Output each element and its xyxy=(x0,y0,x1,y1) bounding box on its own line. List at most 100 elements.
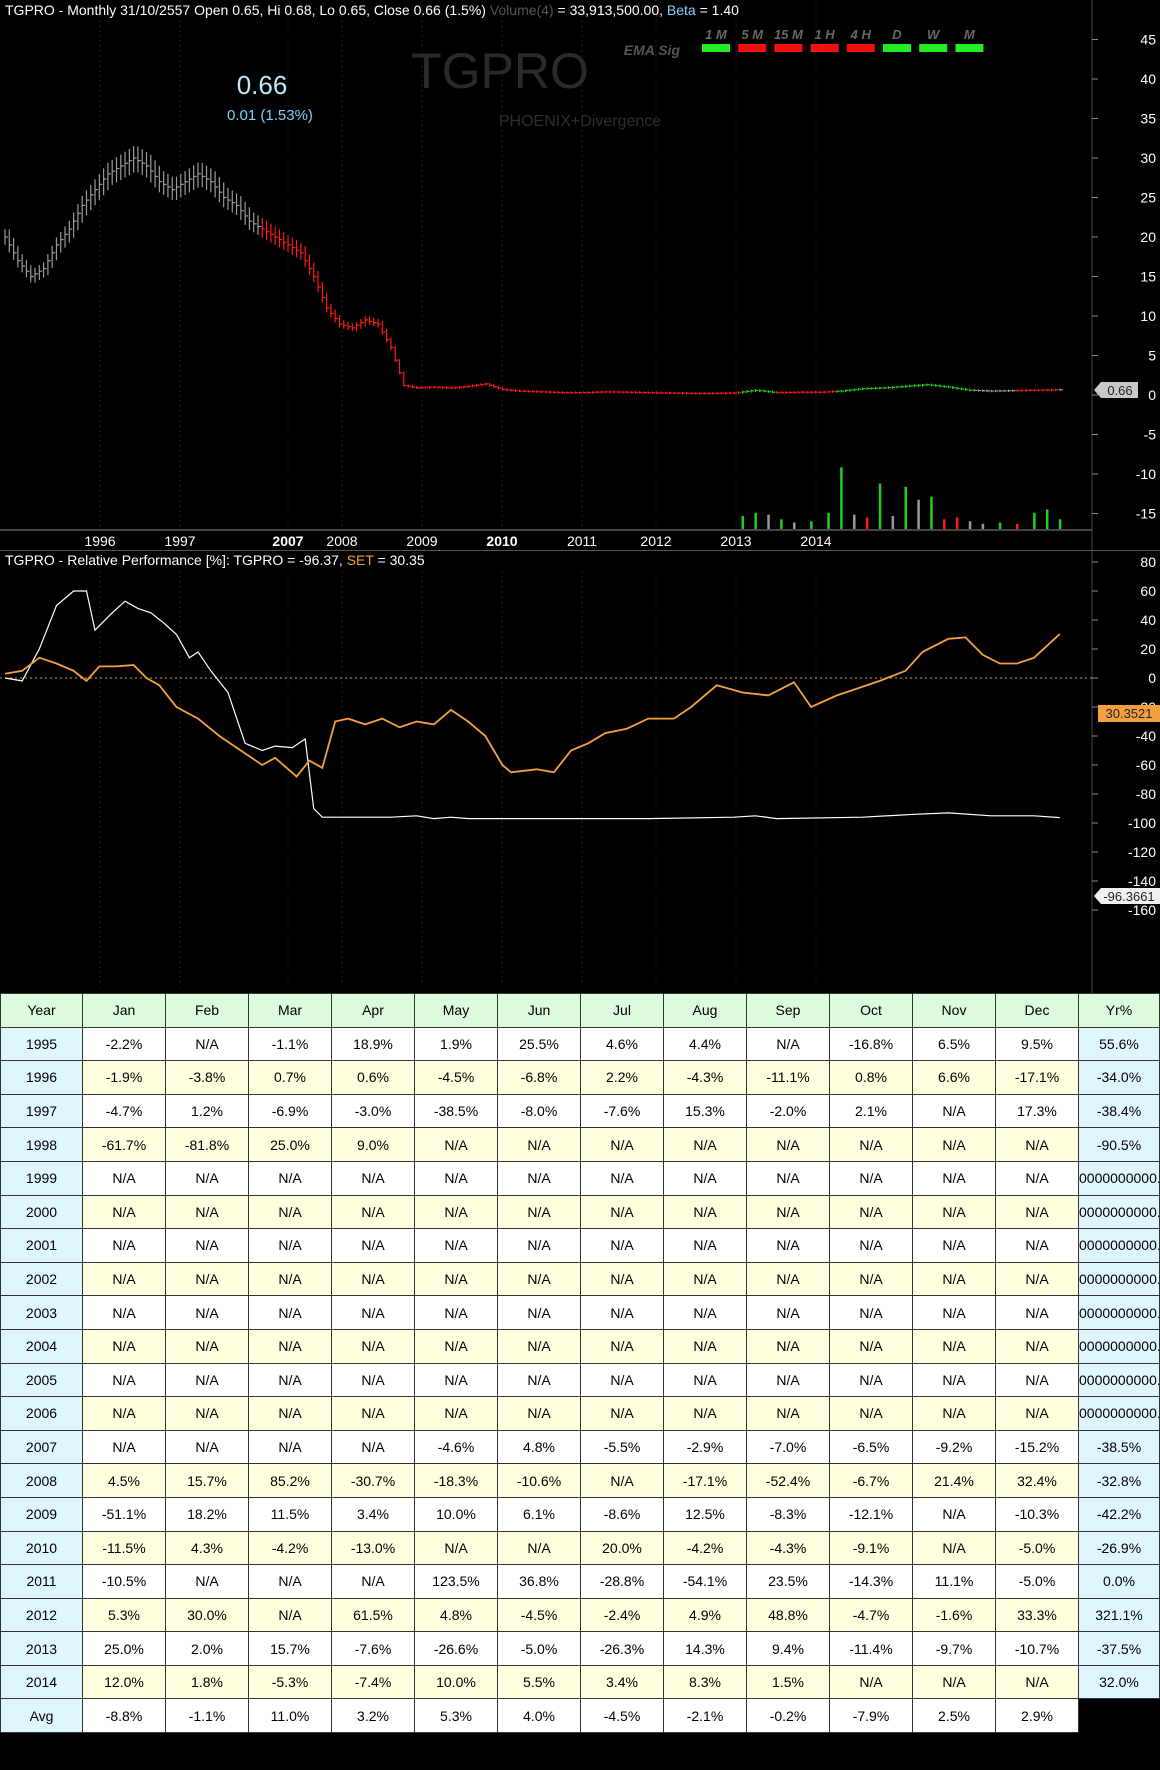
volume-bar xyxy=(968,521,972,529)
monthly-return-cell: -1.6% xyxy=(912,1597,996,1633)
year-cell: 2013 xyxy=(0,1631,83,1666)
x-tick-label: 2013 xyxy=(720,533,751,549)
monthly-return-cell: 4.4% xyxy=(663,1026,747,1062)
relative-performance-pane[interactable]: 120100806040200-20-40-60-80-100-120-140-… xyxy=(0,496,1160,1009)
year-cell: 2007 xyxy=(0,1429,83,1465)
monthly-return-cell: -17.1% xyxy=(995,1060,1079,1095)
year-cell: 2012 xyxy=(0,1597,83,1633)
year-cell: 2014 xyxy=(0,1664,83,1700)
monthly-return-cell: -10.5% xyxy=(82,1564,166,1599)
year-cell: 2002 xyxy=(0,1261,83,1297)
monthly-return-cell: -8.0% xyxy=(497,1093,581,1129)
monthly-return-cell: 36.8% xyxy=(497,1564,581,1599)
timeframe-label: 15 M xyxy=(774,27,804,42)
last-price: 0.66 xyxy=(237,70,288,100)
current-price-tag: 0.66 xyxy=(1094,382,1138,398)
monthly-return-cell: -54.1% xyxy=(663,1564,747,1599)
svg-text:0.66: 0.66 xyxy=(1107,383,1132,398)
monthly-return-cell: N/A xyxy=(165,1396,249,1431)
table-row: 2010 -11.5% 4.3% -4.2% -13.0% N/A N/A 20.0% -4.2… xyxy=(0,1530,1160,1566)
column-header: Feb xyxy=(165,993,249,1028)
watermark-indicator: PHOENIX+Divergence xyxy=(499,113,661,130)
monthly-return-cell: 33.3% xyxy=(995,1597,1079,1633)
monthly-return-cell: N/A xyxy=(331,1429,415,1465)
column-header: Apr xyxy=(331,993,415,1028)
monthly-return-cell: N/A xyxy=(580,1396,664,1431)
monthly-return-cell: N/A xyxy=(580,1463,664,1498)
monthly-return-cell: N/A xyxy=(746,1127,830,1162)
volume-bar xyxy=(865,517,869,529)
monthly-return-cell: N/A xyxy=(82,1429,166,1465)
monthly-return-cell: -30.7% xyxy=(331,1463,415,1498)
table-header-row: Year Jan Feb Mar Apr May Jun Jul Aug Sep Oct Nov Dec… xyxy=(0,993,1160,1028)
monthly-return-cell: N/A xyxy=(912,1160,996,1196)
relative-performance-chart[interactable]: 120100806040200-20-40-60-80-100-120-140-… xyxy=(0,496,1160,1009)
timeframe-label: M xyxy=(964,27,976,42)
table-row: 1998 -61.7% -81.8% 25.0% 9.0% N/A N/A N/A N/A N/A… xyxy=(0,1127,1160,1162)
monthly-return-cell: N/A xyxy=(829,1127,913,1162)
timeframe-label: 5 M xyxy=(741,27,764,42)
monthly-return-cell: N/A xyxy=(331,1362,415,1398)
monthly-return-cell: N/A xyxy=(248,1261,332,1297)
monthly-return-cell: N/A xyxy=(912,1093,996,1129)
monthly-return-cell: -1.1% xyxy=(165,1698,249,1734)
rel-y-axis: 120100806040200-20-40-60-80-100-120-140-… xyxy=(1092,496,1156,918)
x-tick-label: 2009 xyxy=(406,533,437,549)
price-change: 0.01 (1.53%) xyxy=(227,107,313,124)
rel-header-title: TGPRO - Relative Performance [%]: TGPRO … xyxy=(5,552,425,568)
volume-bar xyxy=(741,516,745,529)
monthly-return-cell: 1.5% xyxy=(746,1664,830,1700)
x-tick-label: 2008 xyxy=(326,533,357,549)
monthly-return-cell: N/A xyxy=(248,1295,332,1330)
monthly-return-cell: -4.2% xyxy=(248,1530,332,1566)
monthly-return-cell: N/A xyxy=(165,1228,249,1263)
monthly-return-cell: N/A xyxy=(746,1396,830,1431)
column-header: Jun xyxy=(497,993,581,1028)
monthly-return-cell: N/A xyxy=(331,1261,415,1297)
monthly-return-cell: 2.9% xyxy=(995,1698,1079,1734)
monthly-return-cell: N/A xyxy=(663,1328,747,1364)
yearly-return-cell: 0000000000.0 xyxy=(1078,1228,1160,1263)
monthly-return-cell: 4.6% xyxy=(580,1026,664,1062)
table-row: 2005 N/A N/A N/A N/A N/A N/A N/A N/A N/A N/A N/A N/A… xyxy=(0,1362,1160,1398)
timeframe-label: 1 H xyxy=(814,27,835,42)
monthly-return-cell: -26.3% xyxy=(580,1631,664,1666)
monthly-return-cell: 3.2% xyxy=(331,1698,415,1734)
monthly-return-cell: 61.5% xyxy=(331,1597,415,1633)
monthly-return-cell: N/A xyxy=(497,1362,581,1398)
monthly-return-cell: N/A xyxy=(248,1228,332,1263)
monthly-return-cell: 30.0% xyxy=(165,1597,249,1633)
year-cell: 2003 xyxy=(0,1295,83,1330)
volume-bar xyxy=(917,499,920,529)
monthly-return-cell: N/A xyxy=(248,1597,332,1633)
monthly-return-cell: N/A xyxy=(995,1396,1079,1431)
monthly-return-cell: N/A xyxy=(995,1160,1079,1196)
monthly-return-cell: 0.8% xyxy=(829,1060,913,1095)
monthly-return-cell: 9.0% xyxy=(331,1127,415,1162)
monthly-return-cell: N/A xyxy=(829,1328,913,1364)
y-tick-label: 0 xyxy=(1148,670,1156,686)
monthly-return-cell: N/A xyxy=(580,1261,664,1297)
price-chart-pane[interactable]: 45 40 35 30 25 20 15 10 5 0 -5 -10 -15 1996 1997 2007 2… xyxy=(0,0,1160,550)
monthly-return-cell: N/A xyxy=(995,1328,1079,1364)
volume-bar xyxy=(1045,509,1049,529)
price-chart[interactable]: 45 40 35 30 25 20 15 10 5 0 -5 -10 -15 1996 1997 2007 2… xyxy=(0,0,1160,550)
y-tick-label: 40 xyxy=(1140,612,1156,628)
volume-bar xyxy=(930,496,933,529)
plot-background xyxy=(0,551,1092,994)
monthly-return-cell: -4.6% xyxy=(414,1429,498,1465)
monthly-return-cell: -10.6% xyxy=(497,1463,581,1498)
monthly-return-cell: 15.3% xyxy=(663,1093,747,1129)
monthly-return-cell: N/A xyxy=(663,1160,747,1196)
monthly-return-cell: N/A xyxy=(829,1396,913,1431)
volume-bar xyxy=(891,516,895,529)
monthly-return-cell: 23.5% xyxy=(746,1564,830,1599)
ema-signal-label: EMA Sig xyxy=(624,42,681,58)
monthly-return-cell: 9.5% xyxy=(995,1026,1079,1062)
monthly-return-cell: 10.0% xyxy=(414,1496,498,1532)
monthly-return-cell: 10.0% xyxy=(414,1664,498,1700)
monthly-return-cell: -9.7% xyxy=(912,1631,996,1666)
monthly-return-cell: -51.1% xyxy=(82,1496,166,1532)
monthly-return-cell: N/A xyxy=(912,1530,996,1566)
monthly-return-cell: -6.9% xyxy=(248,1093,332,1129)
